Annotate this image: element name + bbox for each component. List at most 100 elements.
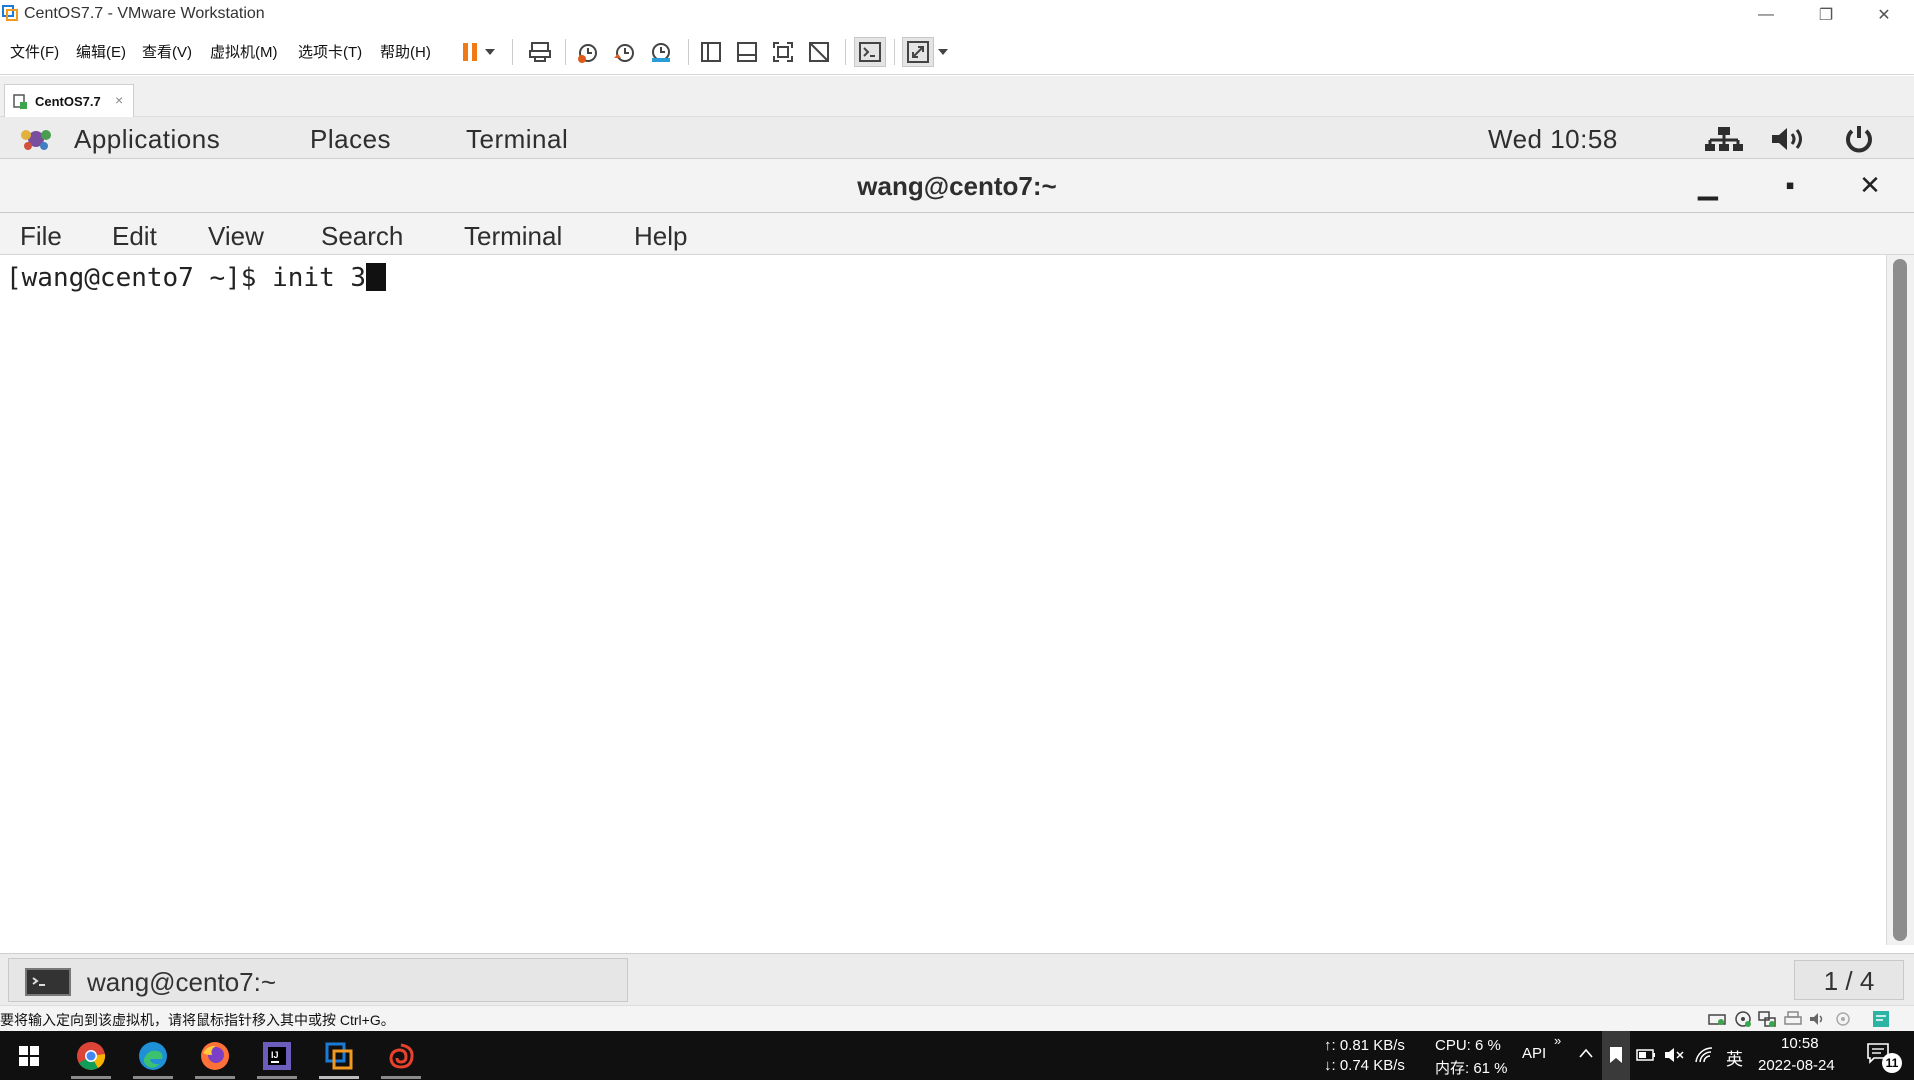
command-text: [wang@cento7 ~]$ init 3: [6, 263, 367, 293]
terminal-scrollbar[interactable]: [1886, 255, 1914, 945]
places-menu[interactable]: Places: [310, 124, 391, 155]
console-view-icon[interactable]: [854, 37, 886, 67]
terminal-prompt-line: [wang@cento7 ~]$ init 3: [6, 263, 387, 293]
thumbnail-bar-icon[interactable]: [732, 37, 762, 67]
battery-icon[interactable]: [1636, 1048, 1656, 1062]
wifi-icon[interactable]: [1694, 1046, 1714, 1064]
running-indicator: [71, 1076, 111, 1079]
terminal-menu-bar: File Edit View Search Terminal Help: [0, 213, 1914, 255]
restore-button[interactable]: ❐: [1796, 0, 1856, 29]
menu-view[interactable]: 查看(V): [142, 41, 192, 62]
dropdown-arrow-icon[interactable]: [481, 37, 499, 67]
applications-menu[interactable]: Applications: [74, 124, 220, 155]
firefox-icon[interactable]: [190, 1037, 240, 1079]
power-icon[interactable]: [1842, 124, 1876, 154]
volume-icon[interactable]: [1770, 126, 1810, 152]
terminal-menu-help[interactable]: Help: [634, 221, 687, 252]
vm-tab-strip: CentOS7.7 ×: [0, 76, 1914, 117]
terminal-app-menu[interactable]: Terminal: [466, 124, 568, 155]
window-list-item-terminal[interactable]: wang@cento7:~: [8, 958, 628, 1002]
vmware-status-bar: 要将输入定向到该虚拟机，请将鼠标指针移入其中或按 Ctrl+G。: [0, 1005, 1914, 1031]
text-cursor: [366, 263, 387, 291]
terminal-menu-file[interactable]: File: [20, 221, 62, 252]
terminal-thumbnail-icon: [25, 968, 71, 996]
terminal-close-button[interactable]: ✕: [1850, 167, 1890, 203]
show-library-icon[interactable]: [696, 37, 726, 67]
terminal-menu-search[interactable]: Search: [321, 221, 403, 252]
sound-card-icon[interactable]: [1808, 1010, 1826, 1028]
network-icon[interactable]: [1704, 125, 1744, 153]
workspace-switcher[interactable]: 1 / 4: [1794, 960, 1904, 1000]
vmware-icon[interactable]: [314, 1037, 364, 1079]
net-download-speed: ↓: 0.74 KB/s: [1324, 1057, 1405, 1074]
hard-disk-icon[interactable]: [1708, 1010, 1726, 1028]
terminal-output[interactable]: [wang@cento7 ~]$ init 3: [0, 255, 1886, 945]
printer-icon[interactable]: [1784, 1010, 1802, 1028]
revert-snapshot-icon[interactable]: [610, 37, 640, 67]
terminal-maximize-button[interactable]: ▪: [1770, 167, 1810, 203]
other-app-icon[interactable]: [376, 1037, 426, 1079]
menu-tabs[interactable]: 选项卡(T): [298, 41, 362, 62]
running-indicator: [195, 1076, 235, 1079]
terminal-menu-edit[interactable]: Edit: [112, 221, 157, 252]
cpu-usage: CPU: 6 %: [1435, 1037, 1501, 1054]
expand-chevron[interactable]: »: [1554, 1033, 1561, 1048]
terminal-title: wang@cento7:~: [857, 171, 1057, 201]
intellij-icon[interactable]: IJ: [252, 1037, 302, 1079]
snapshot-icon[interactable]: [573, 37, 603, 67]
taskbar-date[interactable]: 2022-08-24: [1758, 1057, 1835, 1074]
snapshot-manager-icon[interactable]: [646, 37, 676, 67]
terminal-menu-terminal[interactable]: Terminal: [464, 221, 562, 252]
running-indicator: [319, 1076, 359, 1079]
menu-edit[interactable]: 编辑(E): [76, 41, 126, 62]
full-screen-icon[interactable]: [768, 37, 798, 67]
message-log-icon[interactable]: [1872, 1010, 1890, 1028]
guest-screen[interactable]: Applications Places Terminal Wed 10:58 w…: [0, 117, 1914, 1005]
pinned-tray-highlight: [1602, 1031, 1630, 1080]
toolbar-separator: [894, 39, 895, 65]
status-message: 要将输入定向到该虚拟机，请将鼠标指针移入其中或按 Ctrl+G。: [0, 1012, 395, 1028]
net-upload-speed: ↑: 0.81 KB/s: [1324, 1037, 1405, 1054]
menu-help[interactable]: 帮助(H): [380, 41, 431, 62]
clock[interactable]: Wed 10:58: [1488, 124, 1618, 155]
speaker-muted-icon[interactable]: [1664, 1046, 1684, 1064]
menu-file[interactable]: 文件(F): [10, 41, 59, 62]
minimize-button[interactable]: —: [1736, 0, 1796, 29]
gnome-window-list: wang@cento7:~ 1 / 4: [0, 953, 1914, 1005]
display-icon[interactable]: [1834, 1010, 1852, 1028]
menu-vm[interactable]: 虚拟机(M): [210, 41, 278, 62]
show-hidden-icons-icon[interactable]: [1578, 1047, 1594, 1059]
vm-tab-centos[interactable]: CentOS7.7 ×: [4, 84, 134, 117]
memory-usage: 内存: 61 %: [1435, 1060, 1508, 1077]
terminal-menu-view[interactable]: View: [208, 221, 264, 252]
terminal-title-bar[interactable]: wang@cento7:~ ▁ ▪ ✕: [0, 159, 1914, 213]
toolbar-separator: [565, 39, 566, 65]
terminal-minimize-button[interactable]: ▁: [1688, 167, 1728, 203]
vm-tab-icon: [13, 94, 27, 109]
running-indicator: [381, 1076, 421, 1079]
vmware-app-icon: [2, 5, 18, 21]
api-label[interactable]: API: [1522, 1045, 1546, 1062]
taskbar-time[interactable]: 10:58: [1781, 1035, 1819, 1052]
unity-icon[interactable]: [804, 37, 834, 67]
vm-tab-label: CentOS7.7: [35, 94, 101, 109]
window-list-label: wang@cento7:~: [87, 967, 277, 997]
scrollbar-thumb[interactable]: [1893, 259, 1907, 941]
edge-icon[interactable]: [128, 1037, 178, 1079]
windows-start-icon[interactable]: [4, 1037, 54, 1075]
bookmark-tray-icon[interactable]: [1609, 1046, 1623, 1064]
close-button[interactable]: ✕: [1854, 0, 1914, 29]
tab-close-icon[interactable]: ×: [115, 92, 123, 108]
ime-indicator[interactable]: 英: [1726, 1045, 1743, 1070]
notification-count-badge: 11: [1882, 1053, 1902, 1073]
toolbar-separator: [845, 39, 846, 65]
dropdown-arrow-icon[interactable]: [934, 37, 952, 67]
vmware-menu-bar: 文件(F) 编辑(E) 查看(V) 虚拟机(M) 选项卡(T) 帮助(H): [0, 29, 1914, 75]
notification-center-icon[interactable]: 11: [1864, 1041, 1904, 1075]
chrome-icon[interactable]: [66, 1037, 116, 1079]
send-ctrl-alt-del-icon[interactable]: [525, 37, 555, 67]
stretch-guest-icon[interactable]: [902, 37, 934, 67]
network-adapter-icon[interactable]: [1758, 1010, 1776, 1028]
cd-dvd-icon[interactable]: [1734, 1010, 1752, 1028]
gnome-foot-icon: [21, 130, 51, 150]
